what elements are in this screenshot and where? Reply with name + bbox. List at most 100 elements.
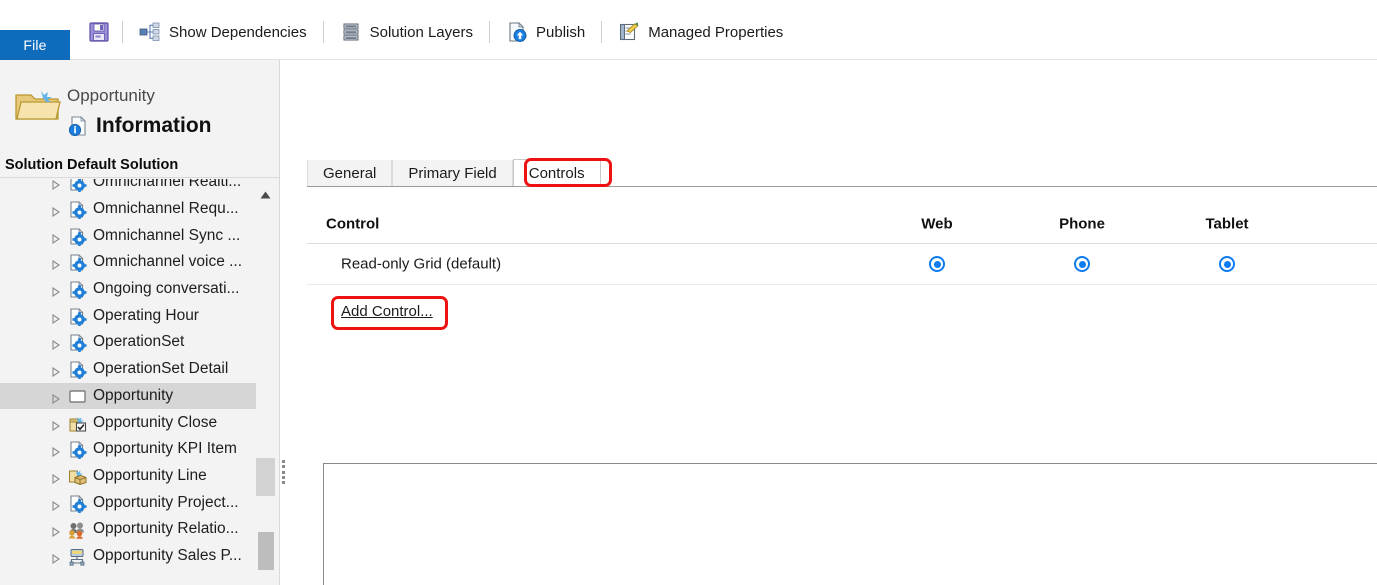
show-dependencies-label: Show Dependencies (169, 23, 307, 41)
save-floppy-icon (88, 21, 110, 43)
tree-item[interactable]: Omnichannel Realti... (0, 179, 256, 196)
expand-triangle-icon[interactable] (52, 391, 60, 404)
entity-gear-icon (68, 280, 87, 300)
tree-item[interactable]: OperationSet Detail (0, 356, 256, 383)
expand-triangle-icon[interactable] (52, 179, 60, 191)
expand-triangle-icon[interactable] (52, 551, 60, 564)
show-dependencies-button[interactable]: Show Dependencies (133, 17, 313, 47)
solution-layers-icon (340, 21, 362, 43)
column-header-phone: Phone (1059, 215, 1105, 233)
expand-triangle-icon[interactable] (52, 364, 60, 378)
scrollbar-thumb[interactable] (258, 532, 274, 570)
save-button[interactable] (86, 17, 112, 47)
page-title-row: Information (67, 114, 212, 138)
expand-triangle-icon[interactable] (52, 444, 60, 458)
ribbon-divider (601, 21, 603, 43)
publish-label: Publish (536, 23, 586, 41)
tree-item-label: Opportunity Line (93, 466, 207, 484)
managed-properties-icon (618, 21, 640, 43)
file-tab-label: File (23, 37, 47, 53)
file-tab-button[interactable]: File (0, 30, 70, 60)
expand-triangle-icon[interactable] (52, 418, 60, 431)
tree-item-selected[interactable]: Opportunity (0, 382, 256, 410)
tab-label: Primary Field (408, 164, 497, 182)
page-title: Information (96, 114, 212, 137)
publish-button[interactable]: Publish (500, 17, 591, 47)
expand-triangle-icon[interactable] (52, 284, 60, 298)
tree-item-label: Omnichannel Requ... (93, 200, 239, 218)
column-header-control: Control (326, 215, 380, 233)
panel-splitter-handle[interactable] (280, 458, 287, 486)
ribbon-toolbar: File Show Dependencies Solution Layers P… (0, 0, 1377, 60)
tab-controls[interactable]: Controls (512, 159, 601, 186)
expand-triangle-icon[interactable] (52, 257, 60, 271)
entity-gear-icon (68, 494, 87, 514)
control-name-cell: Read-only Grid (default) (341, 255, 502, 273)
expand-triangle-icon[interactable] (52, 311, 60, 324)
tree-item[interactable]: Opportunity Relatio... (0, 516, 256, 543)
tab-strip: General Primary Field Controls (307, 159, 601, 186)
managed-properties-button[interactable]: Managed Properties (612, 17, 789, 47)
tree-item[interactable]: Opportunity Close (0, 409, 256, 436)
entity-gear-icon (68, 253, 87, 273)
folder-icon (13, 86, 63, 126)
tree-item[interactable]: Omnichannel Sync ... (0, 222, 256, 249)
scroll-up-arrow-icon[interactable] (260, 186, 271, 199)
tree-item[interactable]: Opportunity KPI Item (0, 436, 256, 463)
tree-item-label: Omnichannel Sync ... (93, 226, 241, 244)
entity-gear-icon (68, 360, 87, 380)
tree-item-label: Opportunity (93, 386, 174, 404)
radio-tablet[interactable] (1219, 256, 1235, 272)
show-dependencies-icon (139, 21, 161, 43)
entity-gear-icon (68, 227, 87, 247)
radio-phone[interactable] (1074, 256, 1090, 272)
expand-triangle-icon[interactable] (52, 204, 60, 218)
tree-item-label: Ongoing conversati... (93, 280, 240, 298)
column-header-tablet: Tablet (1205, 215, 1249, 233)
table-row[interactable]: Read-only Grid (default) (307, 244, 1377, 285)
tree-item-label: Operating Hour (93, 306, 199, 324)
entity-name-label: Opportunity (67, 86, 155, 105)
information-page-icon (67, 115, 89, 137)
tree-item[interactable]: Opportunity Line (0, 463, 256, 490)
entity-tree-scrollbar[interactable] (256, 179, 275, 585)
entity-gear-icon (68, 333, 87, 353)
expand-triangle-icon[interactable] (52, 524, 60, 538)
tree-item-label: Omnichannel Realti... (93, 179, 242, 191)
tab-general[interactable]: General (307, 160, 393, 186)
tree-item-label: Opportunity Close (93, 413, 218, 431)
entity-gear-icon (68, 179, 87, 193)
entity-header: Opportunity Information (0, 60, 279, 152)
entity-gear-icon (68, 307, 87, 327)
tree-item-label: Opportunity Relatio... (93, 520, 239, 538)
tree-item[interactable]: OperationSet (0, 329, 256, 356)
controls-grid: Control Web Phone Tablet Read-only Grid … (307, 205, 1377, 285)
entity-gear-icon (68, 200, 87, 220)
add-control-link[interactable]: Add Control... (341, 303, 433, 320)
solution-bar: Solution Default Solution (0, 152, 279, 178)
radio-web[interactable] (929, 256, 945, 272)
expand-triangle-icon[interactable] (52, 471, 60, 484)
tree-item[interactable]: Omnichannel voice ... (0, 249, 256, 276)
entity-tree-list: Omnichannel Realti... Omnichannel Requ...… (0, 179, 256, 569)
scrollbar-track-highlight (256, 458, 275, 496)
tree-item[interactable]: Opportunity Sales P... (0, 543, 256, 570)
entity-tree[interactable]: Omnichannel Realti... Omnichannel Requ...… (0, 179, 279, 585)
expand-triangle-icon[interactable] (52, 498, 60, 511)
tree-item[interactable]: Opportunity Project... (0, 489, 256, 516)
tree-item-label: OperationSet (93, 333, 185, 351)
ribbon-divider (122, 21, 123, 43)
ribbon-command-list: Show Dependencies Solution Layers Publis… (86, 17, 789, 47)
solution-layers-button[interactable]: Solution Layers (334, 17, 479, 47)
tree-item[interactable]: Operating Hour (0, 302, 256, 329)
expand-triangle-icon[interactable] (52, 231, 60, 244)
ribbon-divider (322, 21, 324, 43)
solution-bar-label: Solution Default Solution (5, 156, 179, 173)
expand-triangle-icon[interactable] (52, 337, 60, 351)
tree-item[interactable]: Ongoing conversati... (0, 276, 256, 303)
controls-grid-header: Control Web Phone Tablet (307, 205, 1377, 244)
tree-item[interactable]: Omnichannel Requ... (0, 196, 256, 223)
ribbon-divider (489, 21, 490, 43)
tab-label: General (323, 164, 377, 182)
tab-primary-field[interactable]: Primary Field (392, 160, 513, 186)
